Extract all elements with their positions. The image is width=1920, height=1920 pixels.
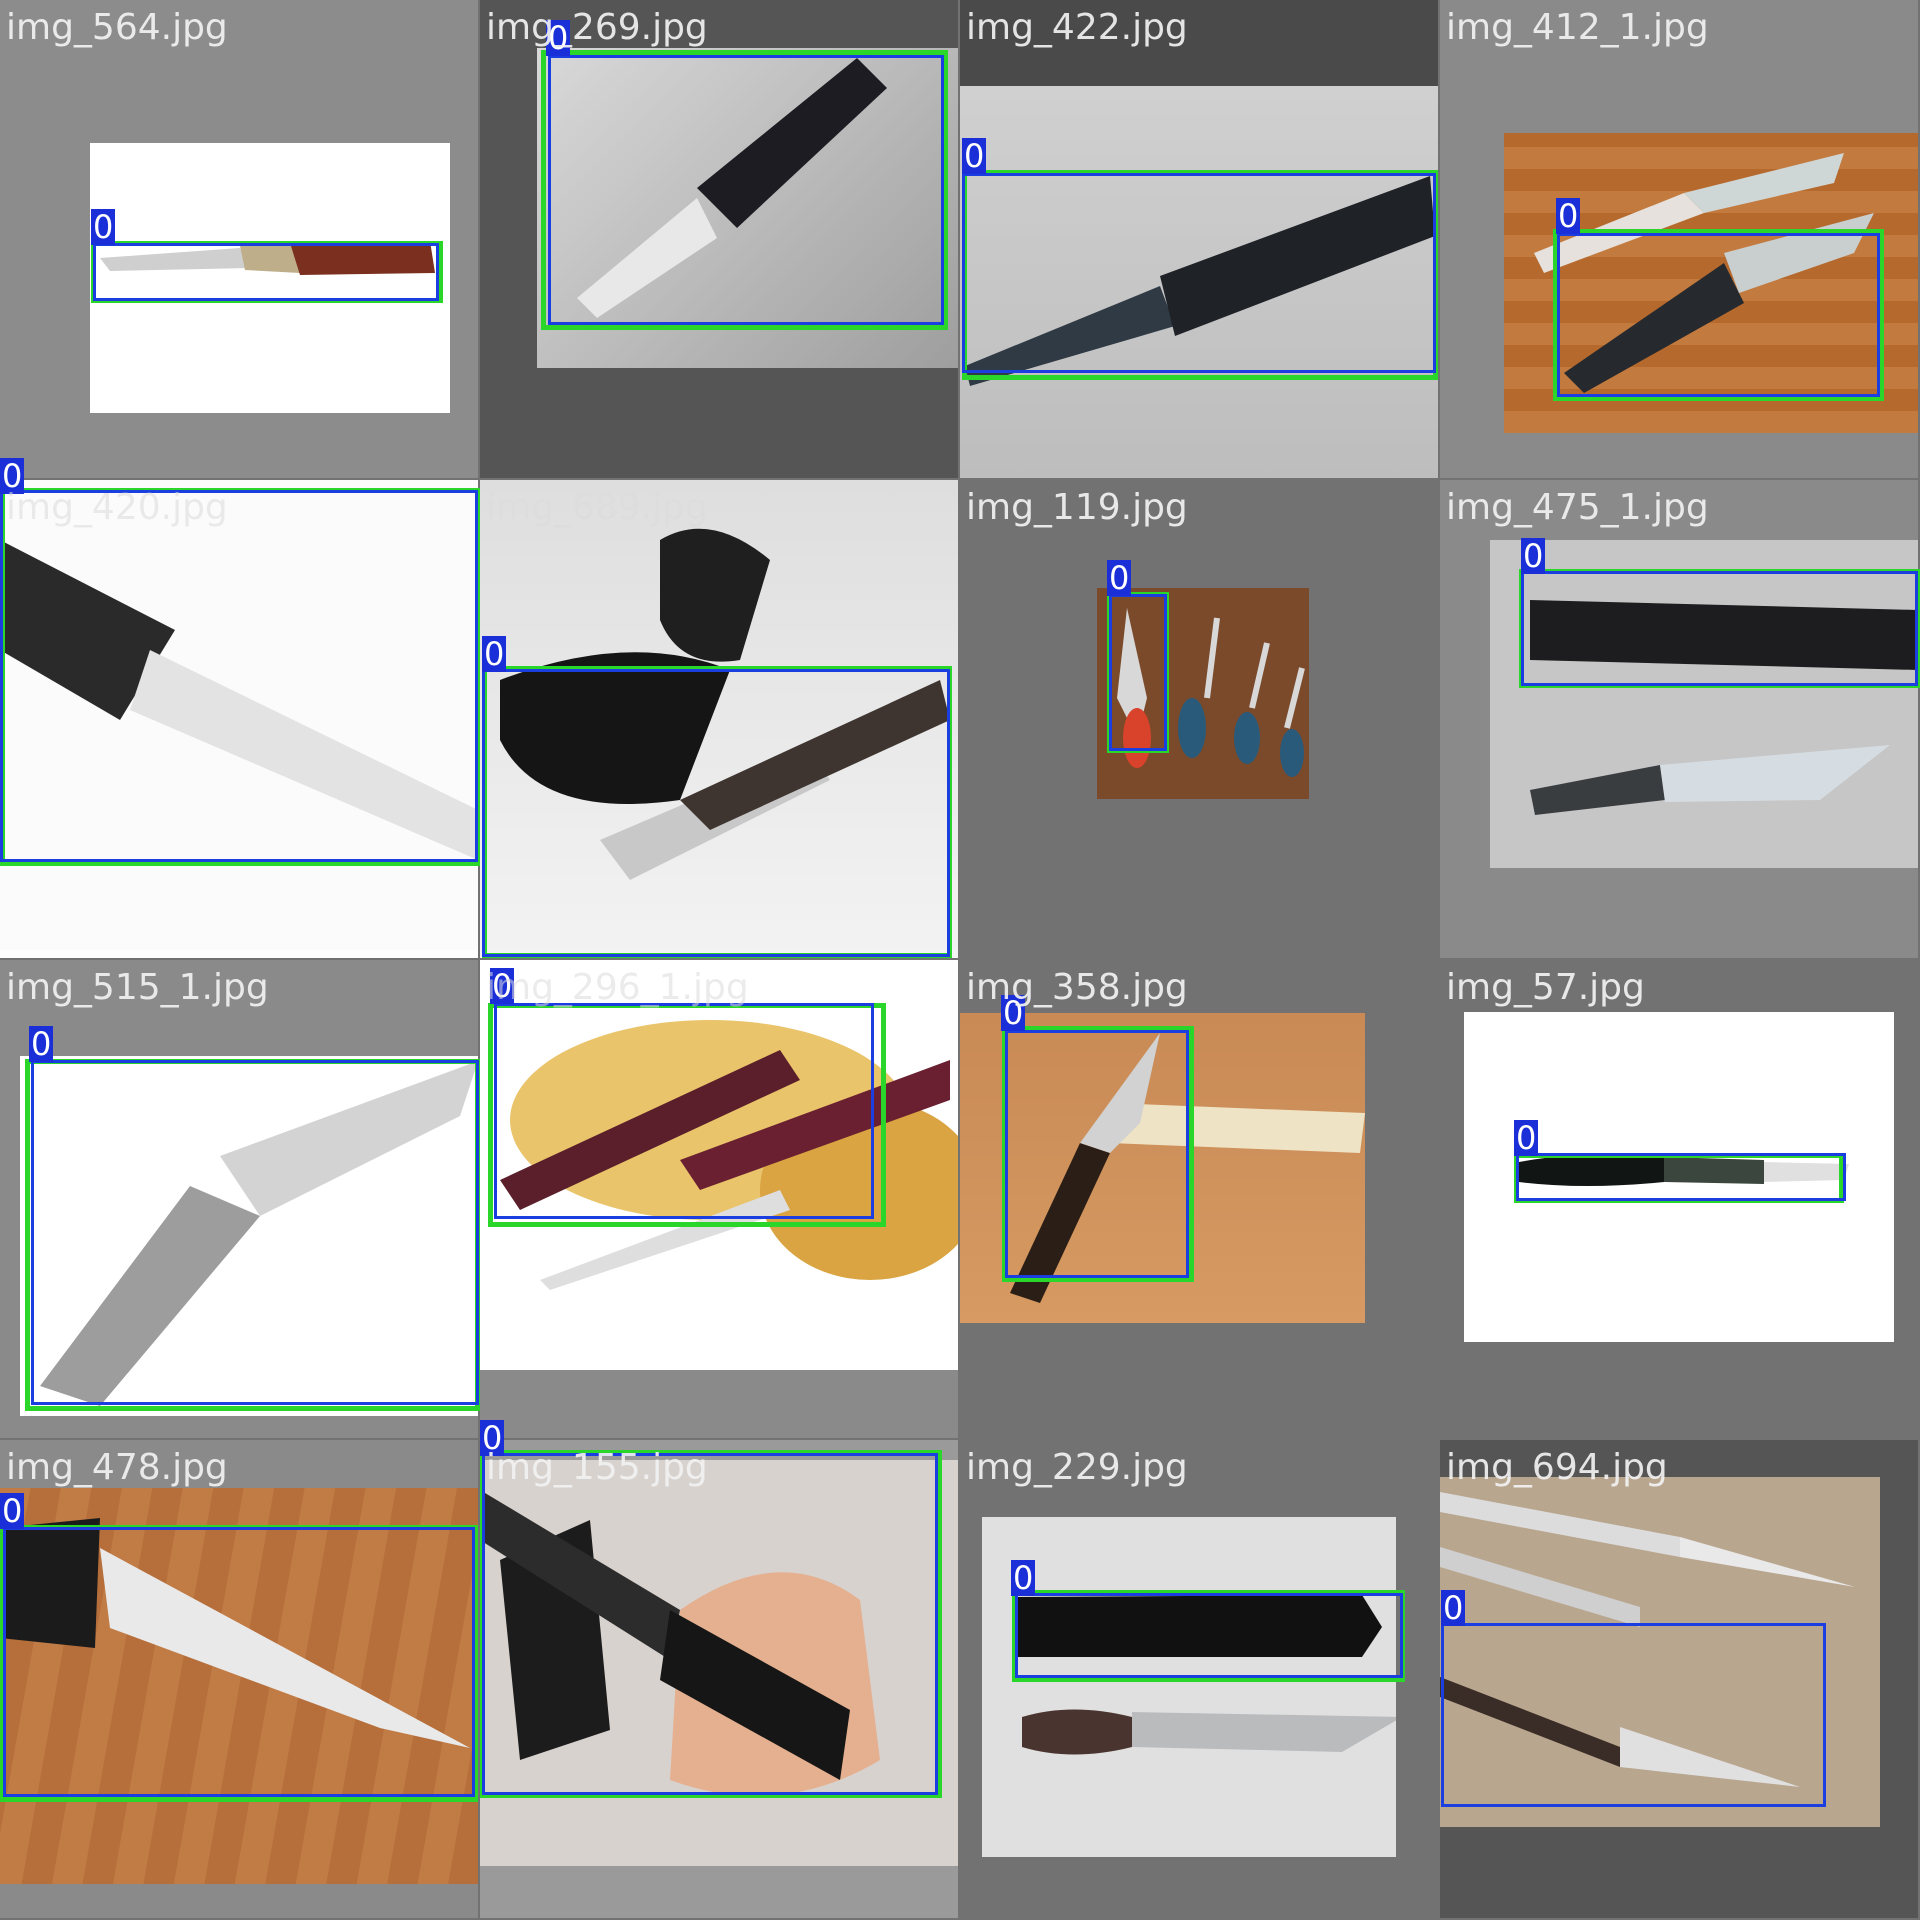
filename-label: img_689.jpg [486,487,708,528]
tile-img-155[interactable]: img_155.jpg [480,1440,958,1918]
knife-graphic [1534,153,1874,393]
photo [1464,1012,1894,1342]
tile-img-564[interactable]: img_564.jpg [0,0,478,478]
tile-img-694[interactable]: img_694.jpg [1440,1440,1918,1918]
tile-img-119[interactable]: img_119.jpg [960,480,1438,958]
photo [1504,133,1918,433]
knife-graphic [1519,1154,1849,1186]
photo [960,1013,1365,1323]
knife-graphic [965,176,1435,386]
knife-graphic [100,241,435,275]
photo [982,1517,1402,1857]
filename-label: img_296_1.jpg [486,967,749,1008]
photo [0,1488,478,1884]
knife-graphic [1010,1033,1365,1303]
filename-label: img_515_1.jpg [6,967,269,1008]
photo [1440,1477,1880,1827]
filename-label: img_358.jpg [966,967,1188,1008]
tile-img-422[interactable]: img_422.jpg [960,0,1438,478]
filename-label: img_229.jpg [966,1447,1188,1488]
knife-graphic [577,58,887,318]
tile-img-269[interactable]: img_269.jpg [480,0,958,478]
filename-label: img_478.jpg [6,1447,228,1488]
tile-img-475-1[interactable]: img_475_1.jpg [1440,480,1918,958]
knife-graphic [1012,1595,1402,1755]
knife-graphic [0,540,478,860]
photo [960,86,1438,478]
filename-label: img_564.jpg [6,7,228,48]
photo [480,1460,958,1866]
photo [480,480,958,958]
tile-img-420[interactable]: img_420.jpg [0,480,478,958]
filename-label: img_420.jpg [6,487,228,528]
photo [0,480,478,950]
tile-img-57[interactable]: img_57.jpg [1440,960,1918,1438]
knife-graphic [40,1061,478,1406]
tile-img-478[interactable]: img_478.jpg [0,1440,478,1918]
photo [90,143,450,413]
tile-img-515-1[interactable]: img_515_1.jpg [0,960,478,1438]
scissors-graphic [1117,608,1305,777]
knife-graphic [500,528,950,880]
filename-label: img_412_1.jpg [1446,7,1709,48]
filename-label: img_119.jpg [966,487,1188,528]
knife-graphic [480,1490,880,1796]
tile-img-358[interactable]: img_358.jpg [960,960,1438,1438]
filename-label: img_269.jpg [486,7,708,48]
filename-label: img_57.jpg [1446,967,1645,1008]
filename-label: img_155.jpg [486,1447,708,1488]
photo [480,960,958,1370]
tile-img-412-1[interactable]: img_412_1.jpg [1440,0,1918,478]
knife-graphic [500,1020,958,1290]
filename-label: img_475_1.jpg [1446,487,1709,528]
knife-graphic [0,1518,470,1748]
knife-graphic [1530,600,1918,815]
photo [537,48,958,368]
tile-img-689[interactable]: img_689.jpg [480,480,958,958]
photo [20,1056,478,1416]
tile-img-229[interactable]: img_229.jpg [960,1440,1438,1918]
image-grid: img_564.jpg img_269.jpg img_422.jpg img_… [0,0,1920,1920]
photo [1097,588,1309,799]
photo [1490,540,1918,868]
filename-label: img_422.jpg [966,7,1188,48]
filename-label: img_694.jpg [1446,1447,1668,1488]
tile-img-296-1[interactable]: img_296_1.jpg [480,960,958,1438]
knife-graphic [1440,1492,1855,1787]
